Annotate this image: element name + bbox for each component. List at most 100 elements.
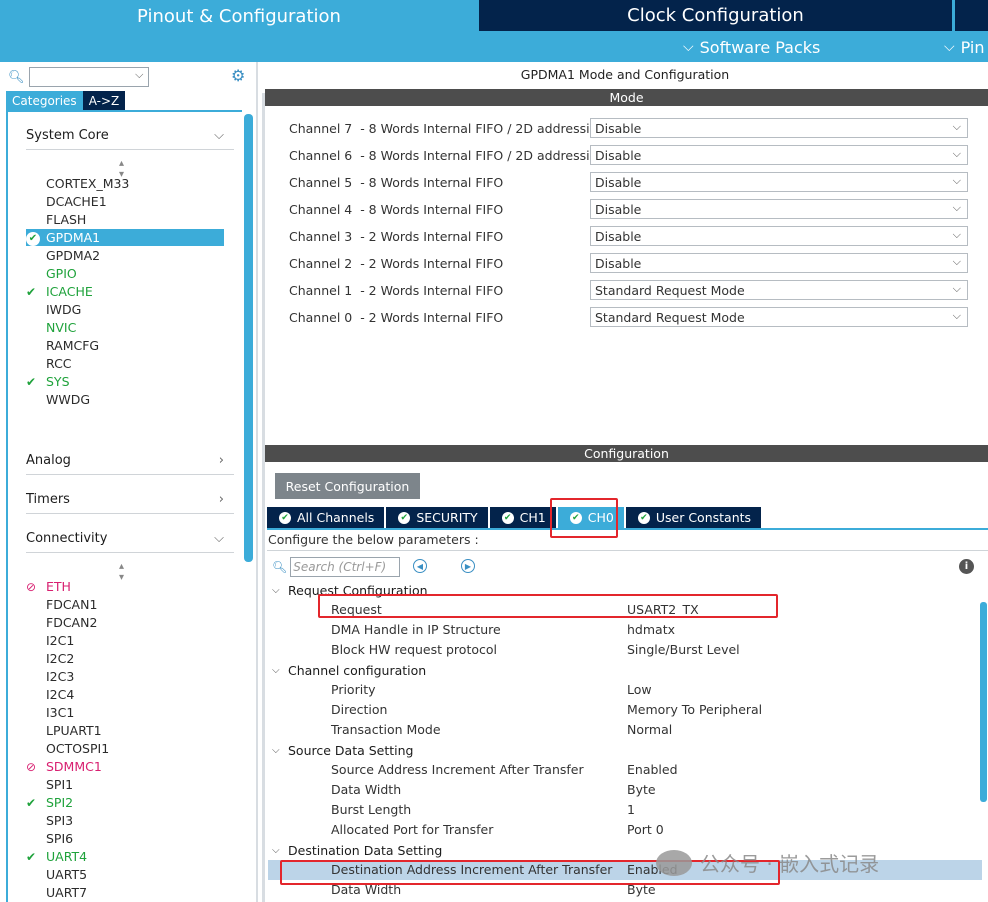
- parameter-row[interactable]: Data Width Byte: [268, 780, 982, 800]
- info-icon[interactable]: i: [959, 559, 974, 574]
- channel-mode-select[interactable]: Disable ⌵: [590, 145, 968, 165]
- tree-item[interactable]: WWDG: [26, 391, 224, 408]
- tab-a-z[interactable]: A->Z: [82, 91, 126, 110]
- tree-item-label: ICACHE: [46, 284, 93, 299]
- left-scrollbar[interactable]: [244, 114, 253, 562]
- chevron-down-icon: ⌵: [952, 174, 961, 187]
- parameter-group[interactable]: ⌵ Channel configuration: [272, 660, 426, 680]
- search-input[interactable]: ⌵: [28, 67, 149, 87]
- section-timers[interactable]: Timers ›: [26, 492, 234, 514]
- channel-mode-label: Channel 3 - 2 Words Internal FIFO: [289, 228, 504, 244]
- parameter-value[interactable]: Enabled: [627, 762, 678, 777]
- tab-extra[interactable]: [955, 0, 988, 31]
- tree-item[interactable]: FDCAN2: [26, 614, 224, 631]
- tree-item[interactable]: ✔ SPI2: [26, 794, 224, 811]
- tree-item[interactable]: NVIC: [26, 319, 224, 336]
- parameter-key: DMA Handle in IP Structure: [331, 622, 501, 637]
- tree-item[interactable]: ✔ SYS: [26, 373, 224, 390]
- parameter-value[interactable]: Single/Burst Level: [627, 642, 740, 657]
- parameter-row[interactable]: Burst Length 1: [268, 800, 982, 820]
- tree-item[interactable]: ✔ GPDMA1: [26, 229, 224, 246]
- tab-all-channels[interactable]: ✔ All Channels: [267, 507, 385, 528]
- tree-item[interactable]: I2C1: [26, 632, 224, 649]
- menu-software-packs[interactable]: ⌵ Software Packs: [683, 36, 820, 58]
- tree-item[interactable]: I2C3: [26, 668, 224, 685]
- parameter-group[interactable]: ⌵ Source Data Setting: [272, 740, 413, 760]
- previous-match-icon[interactable]: ◀: [413, 559, 427, 573]
- parameter-value[interactable]: hdmatx: [627, 622, 675, 637]
- next-match-icon[interactable]: ▶: [461, 559, 475, 573]
- tree-item[interactable]: CORTEX_M33: [26, 175, 224, 192]
- tree-item[interactable]: ⊘ ETH: [26, 578, 224, 595]
- tab-clock-configuration[interactable]: Clock Configuration: [479, 0, 952, 31]
- parameter-row[interactable]: Block HW request protocol Single/Burst Le…: [268, 640, 982, 660]
- parameter-value[interactable]: 1: [627, 802, 635, 817]
- parameter-value[interactable]: Port 0: [627, 822, 664, 837]
- tree-item-label: DCACHE1: [46, 194, 107, 209]
- tree-item[interactable]: I2C4: [26, 686, 224, 703]
- channel-mode-select[interactable]: Standard Request Mode ⌵: [590, 280, 968, 300]
- menu-pinout[interactable]: ⌵ Pin: [944, 36, 985, 58]
- channel-mode-select[interactable]: Disable ⌵: [590, 172, 968, 192]
- reset-configuration-button[interactable]: Reset Configuration: [275, 473, 420, 499]
- panel-divider[interactable]: [262, 93, 265, 902]
- tree-item[interactable]: SPI3: [26, 812, 224, 829]
- tree-item[interactable]: FDCAN1: [26, 596, 224, 613]
- channel-mode-select[interactable]: Disable ⌵: [590, 253, 968, 273]
- tree-item[interactable]: ✔ ICACHE: [26, 283, 224, 300]
- tree-item[interactable]: RCC: [26, 355, 224, 372]
- channel-mode-select[interactable]: Disable ⌵: [590, 118, 968, 138]
- tree-item[interactable]: GPDMA2: [26, 247, 224, 264]
- parameter-row[interactable]: Source Address Increment After Transfer E…: [268, 760, 982, 780]
- tree-item[interactable]: UART7: [26, 884, 224, 901]
- tab-categories[interactable]: Categories: [6, 91, 83, 110]
- channel-mode-select[interactable]: Standard Request Mode ⌵: [590, 307, 968, 327]
- tree-item[interactable]: SPI6: [26, 830, 224, 847]
- tree-item-label: GPDMA1: [46, 230, 101, 245]
- parameter-row[interactable]: Allocated Port for Transfer Port 0: [268, 820, 982, 840]
- tree-item[interactable]: UART5: [26, 866, 224, 883]
- parameter-search-input[interactable]: Search (Ctrl+F): [290, 557, 401, 577]
- section-analog[interactable]: Analog ›: [26, 453, 234, 475]
- tree-item[interactable]: LPUART1: [26, 722, 224, 739]
- parameter-key: Transaction Mode: [331, 722, 441, 737]
- tree-item[interactable]: GPIO: [26, 265, 224, 282]
- parameter-value[interactable]: Normal: [627, 722, 672, 737]
- section-connectivity[interactable]: Connectivity ⌵: [26, 531, 234, 553]
- parameter-group-title: Channel configuration: [288, 662, 427, 678]
- section-system-core[interactable]: System Core ⌵: [26, 128, 234, 150]
- tab-pinout-configuration[interactable]: Pinout & Configuration: [0, 0, 478, 32]
- tree-item[interactable]: DCACHE1: [26, 193, 224, 210]
- tree-item[interactable]: FLASH: [26, 211, 224, 228]
- tree-item[interactable]: I2C2: [26, 650, 224, 667]
- tree-item[interactable]: ✔ UART4: [26, 848, 224, 865]
- parameter-value[interactable]: Memory To Peripheral: [627, 702, 762, 717]
- tab-ch1[interactable]: ✔ CH1: [489, 507, 556, 528]
- chevron-down-icon: ⌵: [952, 228, 961, 241]
- channel-mode-select[interactable]: Disable ⌵: [590, 226, 968, 246]
- chevron-right-icon: ›: [218, 453, 224, 468]
- parameter-group[interactable]: ⌵ Destination Data Setting: [272, 840, 442, 860]
- channel-mode-value: Disable: [595, 201, 642, 217]
- tree-item[interactable]: RAMCFG: [26, 337, 224, 354]
- gear-icon[interactable]: ⚙: [231, 66, 245, 85]
- tab-security[interactable]: ✔ SECURITY: [386, 507, 488, 528]
- tree-item[interactable]: SPI1: [26, 776, 224, 793]
- tree-item[interactable]: IWDG: [26, 301, 224, 318]
- tabs-underline: [267, 528, 988, 530]
- tree-item[interactable]: I3C1: [26, 704, 224, 721]
- parameter-value[interactable]: Low: [627, 682, 652, 697]
- parameter-row[interactable]: Direction Memory To Peripheral: [268, 700, 982, 720]
- tree-item[interactable]: ⊘ SDMMC1: [26, 758, 224, 775]
- parameter-row[interactable]: DMA Handle in IP Structure hdmatx: [268, 620, 982, 640]
- search-icon: 🔍︎: [272, 560, 288, 574]
- parameter-value[interactable]: Byte: [627, 782, 656, 797]
- chevron-down-icon: ⌵: [135, 68, 144, 81]
- tab-user-constants[interactable]: ✔ User Constants: [625, 507, 762, 528]
- parameter-row[interactable]: Transaction Mode Normal: [268, 720, 982, 740]
- chevron-down-icon: ⌵: [683, 39, 694, 55]
- tree-item-label: NVIC: [46, 320, 77, 335]
- tree-item[interactable]: OCTOSPI1: [26, 740, 224, 757]
- channel-mode-select[interactable]: Disable ⌵: [590, 199, 968, 219]
- parameter-row[interactable]: Priority Low: [268, 680, 982, 700]
